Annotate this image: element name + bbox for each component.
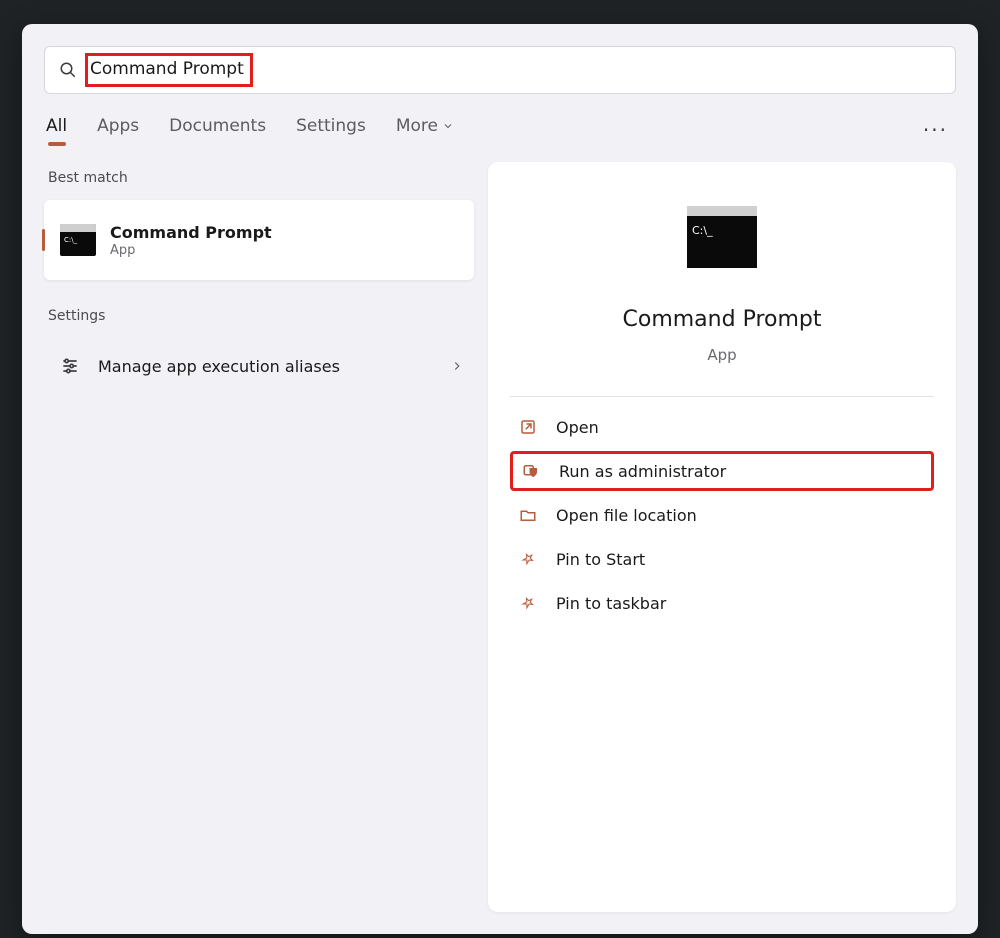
result-title: Command Prompt bbox=[110, 223, 272, 242]
action-run-as-administrator[interactable]: Run as administrator bbox=[510, 451, 934, 491]
tab-all[interactable]: All bbox=[46, 116, 67, 144]
more-options-button[interactable]: ··· bbox=[917, 116, 954, 144]
tab-label: More bbox=[396, 116, 438, 136]
search-icon bbox=[59, 61, 77, 79]
folder-icon bbox=[518, 505, 538, 525]
tab-more[interactable]: More bbox=[396, 116, 454, 144]
open-icon bbox=[518, 417, 538, 437]
command-prompt-icon-large: C:\_ bbox=[687, 206, 757, 271]
detail-panel: C:\_ Command Prompt App Open bbox=[488, 162, 956, 912]
tab-label: All bbox=[46, 116, 67, 136]
action-label: Run as administrator bbox=[559, 462, 726, 481]
filter-tabs-row: All Apps Documents Settings More ··· bbox=[44, 116, 956, 144]
detail-title: Command Prompt bbox=[623, 307, 822, 332]
action-list: Open Run as administrator Ope bbox=[510, 407, 934, 623]
tab-label: Documents bbox=[169, 116, 266, 136]
action-label: Open bbox=[556, 418, 599, 437]
annotation-highlight-search: Command Prompt bbox=[85, 53, 253, 87]
action-open-file-location[interactable]: Open file location bbox=[510, 495, 934, 535]
action-open[interactable]: Open bbox=[510, 407, 934, 447]
action-label: Pin to taskbar bbox=[556, 594, 666, 613]
divider bbox=[510, 396, 934, 397]
tab-label: Apps bbox=[97, 116, 139, 136]
chevron-down-icon bbox=[442, 120, 454, 132]
tab-label: Settings bbox=[296, 116, 366, 136]
results-column: Best match C:\_ Command Prompt App Setti… bbox=[44, 162, 474, 912]
svg-text:C:\_: C:\_ bbox=[64, 236, 78, 244]
settings-icon bbox=[60, 356, 80, 376]
pin-icon bbox=[518, 593, 538, 613]
best-match-result[interactable]: C:\_ Command Prompt App bbox=[44, 200, 474, 280]
pin-icon bbox=[518, 549, 538, 569]
result-subtitle: App bbox=[110, 243, 272, 258]
action-pin-to-start[interactable]: Pin to Start bbox=[510, 539, 934, 579]
tab-documents[interactable]: Documents bbox=[169, 116, 266, 144]
detail-subtitle: App bbox=[707, 346, 736, 364]
admin-shield-icon bbox=[521, 461, 541, 481]
svg-text:C:\_: C:\_ bbox=[692, 224, 713, 237]
tab-settings[interactable]: Settings bbox=[296, 116, 366, 144]
settings-item-label: Manage app execution aliases bbox=[98, 357, 432, 376]
chevron-right-icon bbox=[450, 359, 464, 373]
windows-search-panel: Command Prompt All Apps Documents Settin… bbox=[22, 24, 978, 934]
command-prompt-icon: C:\_ bbox=[60, 222, 96, 258]
settings-header: Settings bbox=[44, 300, 474, 332]
best-match-header: Best match bbox=[44, 162, 474, 194]
search-text: Command Prompt bbox=[90, 59, 244, 79]
action-pin-to-taskbar[interactable]: Pin to taskbar bbox=[510, 583, 934, 623]
settings-item-manage-aliases[interactable]: Manage app execution aliases bbox=[44, 338, 474, 394]
search-box[interactable]: Command Prompt bbox=[44, 46, 956, 94]
tab-apps[interactable]: Apps bbox=[97, 116, 139, 144]
action-label: Pin to Start bbox=[556, 550, 645, 569]
action-label: Open file location bbox=[556, 506, 697, 525]
